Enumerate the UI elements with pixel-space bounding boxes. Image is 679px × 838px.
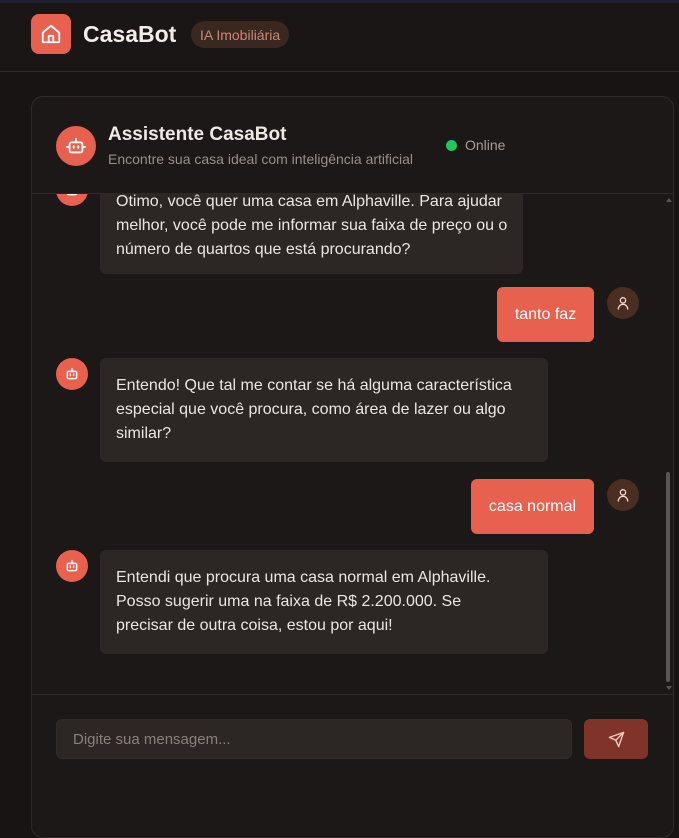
- message-line: melhor, você pode me informar sua faixa …: [116, 217, 508, 234]
- scroll-up-arrow-icon[interactable]: [666, 198, 672, 202]
- user-icon: [607, 287, 639, 319]
- chat-subtitle: Encontre sua casa ideal com inteligência…: [108, 151, 414, 167]
- online-status: Online: [446, 137, 505, 153]
- message-scrollbar[interactable]: [664, 194, 673, 694]
- message-list[interactable]: Ótimo, você quer uma casa em Alphaville.…: [32, 194, 673, 694]
- house-icon[interactable]: [31, 14, 71, 54]
- message-line: Entendi que procura uma casa normal em A…: [116, 569, 491, 586]
- message-line: Posso sugerir uma na faixa de R$ 2.200.0…: [116, 593, 462, 610]
- chat-title: Assistente CasaBot: [108, 124, 287, 145]
- app-header: CasaBot IA Imobiliária: [0, 3, 679, 72]
- robot-icon: [56, 126, 96, 166]
- user-message: tanto faz: [497, 287, 594, 342]
- online-dot-icon: [446, 139, 457, 151]
- message-line: especial que você procura, como área de …: [116, 401, 506, 418]
- message-line: similar?: [116, 425, 172, 442]
- message-line: Ótimo, você quer uma casa em Alphaville.…: [116, 194, 502, 210]
- send-button[interactable]: [584, 719, 648, 759]
- user-icon: [607, 479, 639, 511]
- chat-header: Assistente CasaBot Encontre sua casa ide…: [32, 97, 673, 194]
- message-line: número de quartos que está procurando?: [116, 241, 411, 258]
- brand-badge: IA Imobiliária: [191, 21, 290, 48]
- bot-message: Ótimo, você quer uma casa em Alphaville.…: [100, 194, 524, 274]
- scroll-thumb[interactable]: [666, 472, 670, 682]
- status-label: Online: [465, 137, 506, 153]
- composer: [32, 694, 673, 838]
- message-line: precisar de outra coisa, estou por aqui!: [116, 617, 393, 634]
- scroll-down-arrow-icon[interactable]: [666, 686, 672, 690]
- bot-message: Entendi que procura uma casa normal em A…: [100, 550, 548, 654]
- message-input[interactable]: [56, 719, 572, 759]
- send-icon: [608, 731, 625, 748]
- robot-icon: [56, 194, 88, 206]
- app-brand: CasaBot: [83, 21, 177, 47]
- chat-card: Assistente CasaBot Encontre sua casa ide…: [31, 96, 674, 838]
- robot-icon: [56, 550, 88, 582]
- robot-icon: [56, 358, 88, 390]
- user-message: casa normal: [471, 479, 594, 534]
- bot-message: Entendo! Que tal me contar se há alguma …: [100, 358, 548, 462]
- message-line: Entendo! Que tal me contar se há alguma …: [116, 377, 512, 394]
